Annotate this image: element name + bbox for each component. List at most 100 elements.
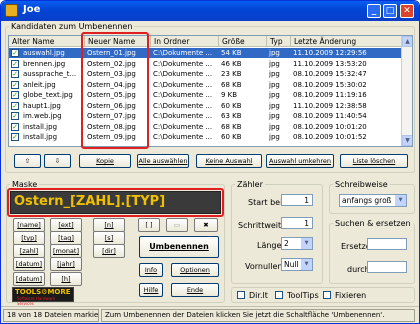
tooltips-checkbox[interactable] xyxy=(275,291,283,299)
cell-type: jpg xyxy=(269,122,280,131)
cell-size: 68 KB xyxy=(221,122,242,131)
token-button[interactable]: [typ] xyxy=(13,231,45,245)
token-button[interactable]: [n] xyxy=(93,218,125,232)
row-checkbox[interactable]: ✓ xyxy=(11,122,19,131)
hilfe-button[interactable]: Hilfe xyxy=(139,283,163,297)
cell-date: 11.10.2009 12:29:56 xyxy=(293,49,367,57)
move-down-button[interactable]: ⇩ xyxy=(44,154,71,168)
row-checkbox[interactable]: ✓ xyxy=(11,91,19,99)
save-icon[interactable]: ▭ xyxy=(166,218,188,232)
chevron-down-icon: ▼ xyxy=(301,238,312,249)
cell-old: install.jpg xyxy=(23,122,58,131)
row-checkbox[interactable]: ✓ xyxy=(11,112,19,120)
step-input[interactable]: 1 xyxy=(281,217,313,229)
table-row[interactable]: anleit.jpg Ostern_04.jpg C:\Dokumente ... 6… xyxy=(9,80,403,90)
row-checkbox[interactable]: ✓ xyxy=(11,80,19,89)
table-row[interactable]: auswahl.jpg Ostern_01.jpg C:\Dokumente ...… xyxy=(9,48,403,58)
case-label: Schreibweise xyxy=(333,180,390,189)
table-row[interactable]: aussprache_t... Ostern_03.jpg C:\Dokumente… xyxy=(9,69,403,79)
status-bar: 18 von 18 Dateien markiert Zum Umbenenne… xyxy=(1,306,419,323)
token-button[interactable]: [dir] xyxy=(93,244,125,258)
files-group-label: Kandidaten zum Umbenennen xyxy=(9,22,135,31)
cell-old: im.web.jpg xyxy=(23,112,62,120)
umbenennen-button[interactable]: Umbenennen xyxy=(139,236,219,258)
fixieren-label: Fixieren xyxy=(335,291,367,300)
token-button[interactable]: [datum] xyxy=(13,272,45,286)
cell-type: jpg xyxy=(269,59,280,68)
main-window: Joe _ □ ✕ Kandidaten zum Umbenennen Alte… xyxy=(0,0,420,324)
replace-input[interactable] xyxy=(367,238,407,250)
move-up-button[interactable]: ⇧ xyxy=(14,154,41,168)
start-input[interactable]: 1 xyxy=(281,194,313,206)
col-alter-name[interactable]: Alter Name xyxy=(9,36,85,47)
cell-size: 68 KB xyxy=(221,80,242,89)
scroll-up-icon[interactable]: ▲ xyxy=(402,36,412,47)
cell-date: 08.10.2009 11:19:16 xyxy=(293,91,367,99)
token-button[interactable]: [ext] xyxy=(50,218,82,232)
col-typ[interactable]: Typ xyxy=(267,36,291,47)
padding-label: Vornullen xyxy=(245,262,283,271)
cell-old: aussprache_t... xyxy=(23,70,77,78)
close-button[interactable]: ✕ xyxy=(400,4,414,18)
cell-date: 08.10.2009 10:01:20 xyxy=(293,122,367,131)
by-input[interactable] xyxy=(367,261,407,273)
case-select[interactable]: anfangs groß ▼ xyxy=(339,194,407,207)
tools-more-logo: TOOLS⚙MORE Software Hardware Services xyxy=(12,287,74,306)
bracket-button[interactable]: [ ] xyxy=(138,218,160,232)
token-button[interactable]: [monat] xyxy=(50,244,82,258)
vertical-scrollbar[interactable]: ▲ ▼ xyxy=(401,36,412,146)
scroll-down-icon[interactable]: ▼ xyxy=(402,135,412,146)
title-bar[interactable]: Joe _ □ ✕ xyxy=(1,1,419,21)
col-groesse[interactable]: Größe xyxy=(219,36,267,47)
token-button[interactable]: [s] xyxy=(93,231,125,245)
row-checkbox[interactable]: ✓ xyxy=(11,70,19,78)
cell-size: 23 KB xyxy=(221,70,242,78)
length-select[interactable]: 2 ▼ xyxy=(281,237,313,250)
padding-select[interactable]: Null ▼ xyxy=(281,258,313,271)
token-button[interactable]: [datum] xyxy=(13,257,45,271)
dirlt-checkbox[interactable] xyxy=(237,291,245,299)
fixieren-checkbox[interactable] xyxy=(323,291,331,299)
select-all-button[interactable]: Alle auswählen xyxy=(137,154,189,168)
list-header: Alter Name Neuer Name In Ordner Größe Ty… xyxy=(9,36,412,47)
step-label: Schrittweite xyxy=(238,221,287,230)
cell-date: 08.10.2009 11:40:54 xyxy=(293,112,367,120)
table-row[interactable]: haupt1.jpg Ostern_06.jpg C:\Dokumente ... 6… xyxy=(9,101,403,111)
invert-selection-button[interactable]: Auswahl umkehren xyxy=(266,154,334,168)
cell-old: haupt1.jpg xyxy=(23,101,61,110)
info-button[interactable]: Info xyxy=(139,263,163,277)
table-row[interactable]: brennen.jpg Ostern_02.jpg C:\Dokumente ...… xyxy=(9,59,403,69)
row-checkbox[interactable]: ✓ xyxy=(11,101,19,110)
cell-old: install.jpg xyxy=(23,133,58,141)
file-list[interactable]: Alter Name Neuer Name In Ordner Größe Ty… xyxy=(8,35,413,147)
table-row[interactable]: globe_text.jpg Ostern_05.jpg C:\Dokumente … xyxy=(9,90,403,100)
ende-button[interactable]: Ende xyxy=(171,283,219,297)
table-row[interactable]: install.jpg Ostern_09.jpg C:\Dokumente ...… xyxy=(9,132,403,142)
cell-folder: C:\Dokumente ... xyxy=(153,91,213,99)
row-checkbox[interactable]: ✓ xyxy=(11,49,19,57)
maximize-button[interactable]: □ xyxy=(383,4,397,18)
clear-list-button[interactable]: Liste löschen xyxy=(340,154,408,168)
token-button[interactable]: [tag] xyxy=(50,231,82,245)
col-aenderung[interactable]: Letzte Änderung xyxy=(291,36,403,47)
minimize-button[interactable]: _ xyxy=(367,4,381,18)
cell-date: 08.10.2009 10:01:52 xyxy=(293,133,367,141)
delete-icon[interactable]: ✖ xyxy=(194,218,218,232)
token-button[interactable]: [jahr] xyxy=(50,257,82,271)
row-checkbox[interactable]: ✓ xyxy=(11,59,19,68)
table-row[interactable]: install.jpg Ostern_08.jpg C:\Dokumente ...… xyxy=(9,122,403,132)
token-button[interactable]: [h] xyxy=(50,272,82,286)
cell-date: 11.10.2009 12:38:58 xyxy=(293,101,367,110)
token-button[interactable]: [zahl] xyxy=(13,244,45,258)
cell-folder: C:\Dokumente ... xyxy=(153,70,213,78)
kopie-button[interactable]: Kopie xyxy=(79,154,131,168)
row-checkbox[interactable]: ✓ xyxy=(11,133,19,141)
cell-size: 54 KB xyxy=(221,49,242,57)
table-row[interactable]: im.web.jpg Ostern_07.jpg C:\Dokumente ... 6… xyxy=(9,111,403,121)
select-none-button[interactable]: Keine Auswahl xyxy=(196,154,262,168)
cell-folder: C:\Dokumente ... xyxy=(153,49,213,57)
cell-date: 11.10.2009 13:53:20 xyxy=(293,59,367,68)
optionen-button[interactable]: Optionen xyxy=(171,263,219,277)
token-button[interactable]: [name] xyxy=(13,218,45,232)
col-ordner[interactable]: In Ordner xyxy=(151,36,219,47)
